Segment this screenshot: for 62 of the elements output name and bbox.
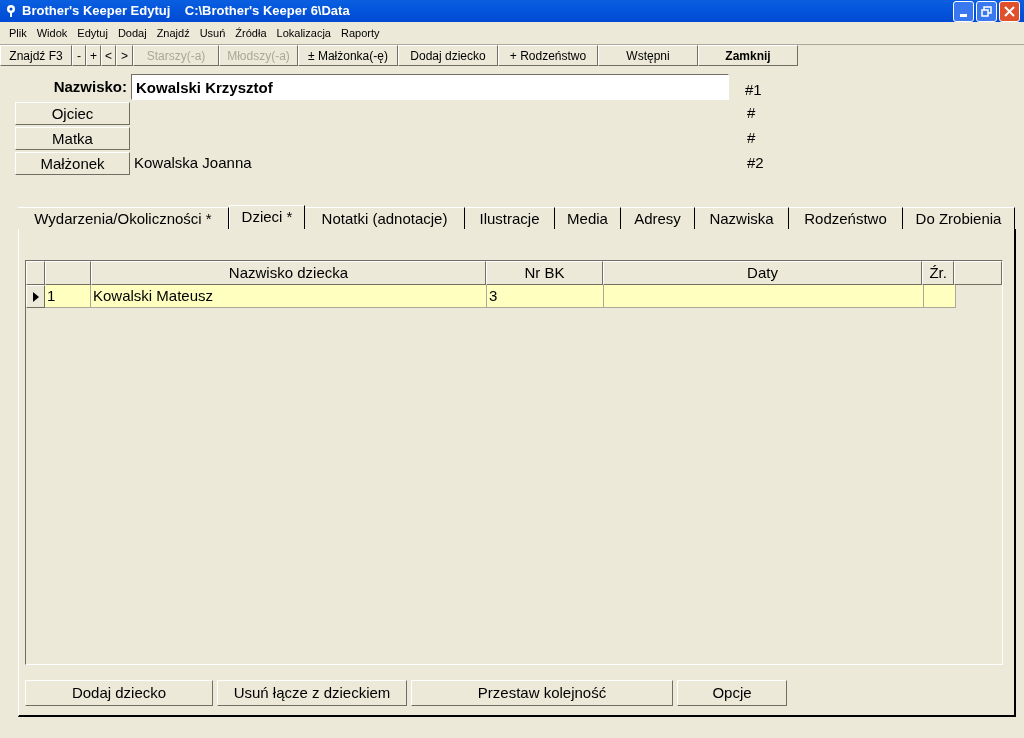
column-header: Daty — [602, 261, 923, 285]
tab[interactable]: Dzieci * — [229, 205, 305, 229]
tab[interactable]: Nazwiska — [695, 207, 789, 229]
key-icon — [4, 4, 18, 18]
tab[interactable]: Do Zrobienia — [903, 207, 1015, 229]
toolbar-button[interactable]: Znajdź F3 — [0, 45, 72, 66]
menu-item[interactable]: Raporty — [335, 24, 385, 42]
menu-item[interactable]: Znajdź — [151, 24, 195, 42]
column-header — [44, 261, 91, 285]
record-number: #2 — [747, 152, 764, 173]
relation-name: Kowalska Joanna — [134, 153, 252, 171]
minimize-button[interactable] — [953, 0, 974, 22]
relation-button[interactable]: Matka — [15, 126, 130, 150]
tab[interactable]: Wydarzenia/Okoliczności * — [18, 207, 229, 229]
surname-field[interactable]: Kowalski Krzysztof — [131, 74, 729, 100]
header-cell — [954, 261, 1002, 285]
restore-button[interactable] — [976, 0, 997, 22]
toolbar-button[interactable]: Wstępni — [598, 45, 698, 66]
close-button[interactable] — [999, 0, 1020, 22]
toolbar-button[interactable]: + Rodzeństwo — [498, 45, 598, 66]
record-number: # — [747, 127, 756, 148]
relation-button[interactable]: Małżonek — [15, 151, 130, 175]
action-button[interactable]: Dodaj dziecko — [25, 680, 213, 706]
current-row-icon — [32, 291, 39, 302]
tab[interactable]: Adresy — [621, 207, 695, 229]
action-button[interactable]: Opcje — [677, 680, 787, 706]
toolbar-button[interactable]: - — [72, 45, 86, 66]
menu-item[interactable]: Plik — [4, 24, 32, 42]
row-indicator[interactable] — [26, 285, 45, 308]
restore-icon — [981, 5, 992, 17]
table-cell: 1 — [45, 285, 91, 308]
toolbar-button[interactable]: Zamknij — [698, 45, 798, 66]
action-button[interactable]: Przestaw kolejność — [411, 680, 673, 706]
toolbar-button[interactable]: > — [116, 45, 133, 66]
tab[interactable]: Media — [555, 207, 621, 229]
menu-item[interactable]: Usuń — [194, 24, 231, 42]
action-button[interactable]: Usuń łącze z dzieckiem — [217, 680, 407, 706]
window-title: Brother's Keeper Edytuj C:\Brother's Keeper 6\Data — [22, 2, 350, 21]
menu-item[interactable]: Edytuj — [72, 24, 113, 42]
table-cell: 3 — [487, 285, 604, 308]
tab[interactable]: Notatki (adnotacje) — [305, 207, 465, 229]
close-icon — [1004, 5, 1015, 17]
toolbar-button[interactable]: ± Małżonka(-ę) — [298, 45, 398, 66]
column-header: Nr BK — [486, 261, 603, 285]
menu-item[interactable]: Lokalizacja — [271, 24, 336, 42]
menu-item[interactable]: Źródła — [230, 24, 272, 42]
record-number: # — [747, 102, 756, 123]
toolbar-button[interactable]: + — [86, 45, 101, 66]
record-number: #1 — [745, 79, 762, 100]
tab[interactable]: Rodzeństwo — [789, 207, 903, 229]
field-label: Nazwisko: — [52, 76, 128, 97]
toolbar-button[interactable]: Dodaj dziecko — [398, 45, 498, 66]
menu-item[interactable]: Widok — [31, 24, 73, 42]
table-cell — [924, 285, 956, 308]
menu-item[interactable]: Dodaj — [112, 24, 152, 42]
column-header: Nazwisko dziecka — [90, 261, 487, 285]
relation-button[interactable]: Ojciec — [15, 101, 130, 125]
toolbar-button[interactable]: < — [101, 45, 116, 66]
table-cell: Kowalski Mateusz — [91, 285, 487, 308]
column-header: Źr. — [922, 261, 955, 285]
header-cell — [26, 261, 45, 285]
tab[interactable]: Ilustracje — [465, 207, 555, 229]
